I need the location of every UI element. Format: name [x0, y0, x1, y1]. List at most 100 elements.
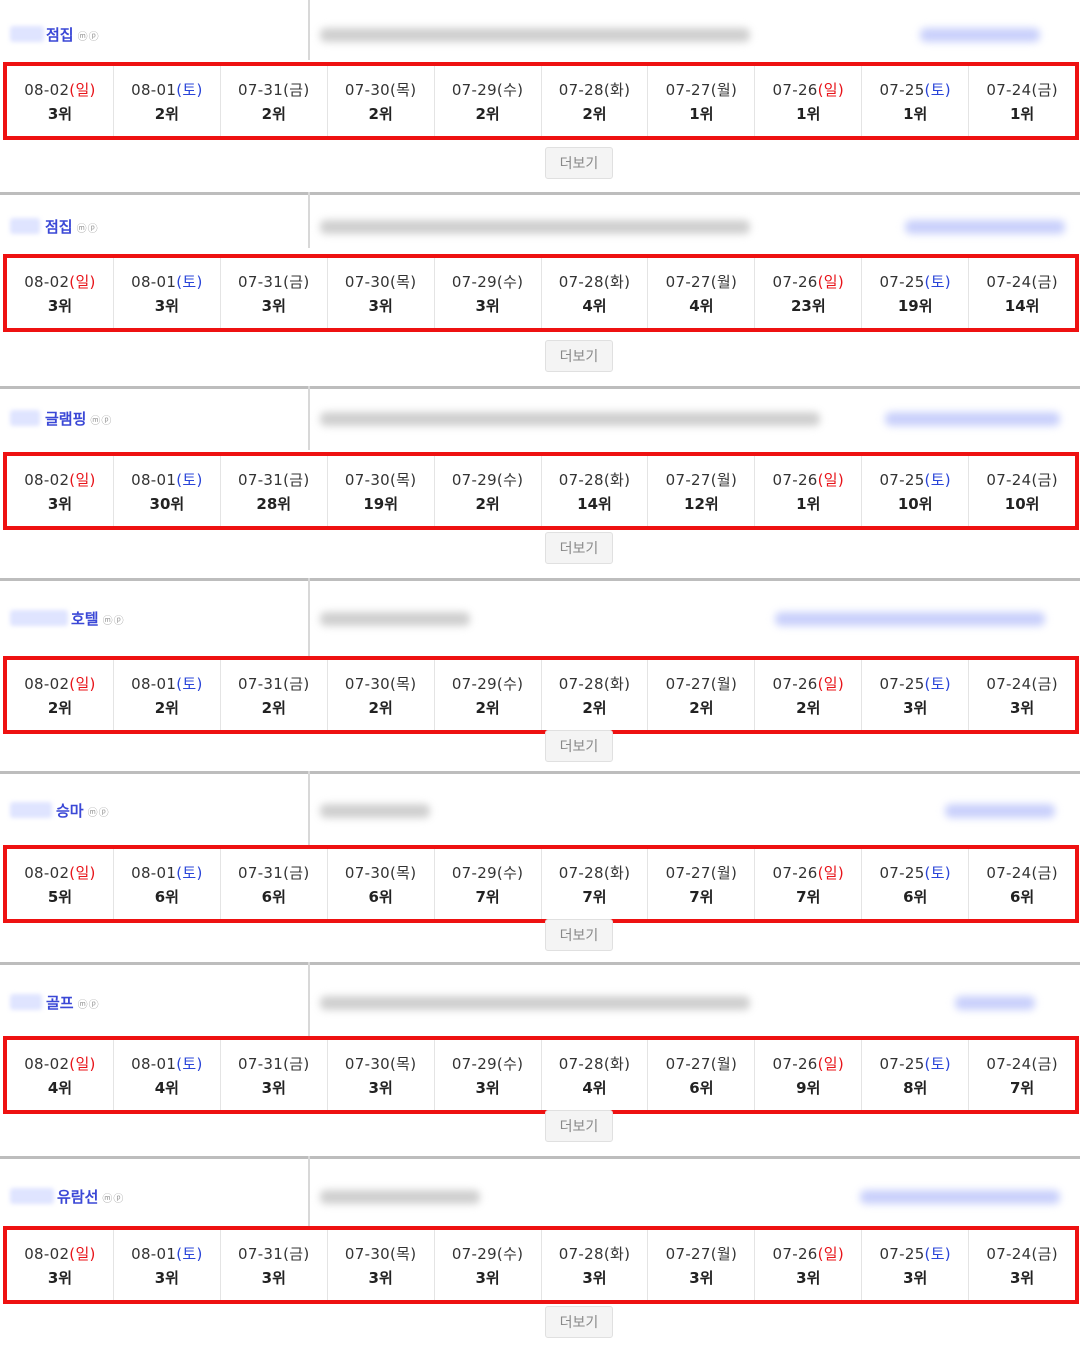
rank-value: 10위 [897, 495, 933, 513]
rank-date: 08-02(일) [24, 1053, 96, 1074]
date-weekday: (토) [924, 273, 951, 291]
keyword-title[interactable]: 점집 ⓜⓟ [45, 216, 99, 237]
date-md: 07-25 [879, 273, 925, 291]
mobile-pc-icon[interactable]: ⓜⓟ [78, 1000, 100, 1011]
rank-date: 07-25(토) [879, 673, 951, 694]
keyword-name: 점집 [46, 26, 74, 44]
rank-date: 07-31(금) [238, 271, 310, 292]
rank-value: 2위 [475, 699, 500, 717]
mobile-pc-icon[interactable]: ⓜⓟ [102, 1194, 124, 1205]
date-weekday: (목) [390, 864, 417, 882]
date-md: 07-24 [986, 1055, 1032, 1073]
keyword-header: 유람선 ⓜⓟ [0, 1156, 1080, 1226]
rank-date: 07-30(목) [345, 271, 417, 292]
rank-date: 08-02(일) [24, 469, 96, 490]
mobile-pc-icon[interactable]: ⓜⓟ [78, 32, 100, 43]
rank-value: 6위 [689, 1079, 714, 1097]
date-weekday: (금) [1031, 1055, 1058, 1073]
keyword-section: 글램핑 ⓜⓟ 08-02(일) 3위 08-01(토) 30위 07-31(금) 28위 07-… [0, 386, 1080, 578]
rank-value: 4위 [47, 1079, 73, 1097]
rank-cell: 07-28(화) 4위 [542, 1040, 649, 1110]
rank-history-row: 08-02(일) 3위 08-01(토) 3위 07-31(금) 3위 07-30(목) 3위… [3, 254, 1079, 332]
rank-cell: 07-29(수) 2위 [435, 456, 542, 526]
blurred-keyword-prefix [10, 410, 40, 426]
date-md: 08-01 [131, 1245, 177, 1263]
rank-value: 2위 [261, 105, 286, 123]
rank-value: 6위 [1009, 888, 1035, 906]
date-weekday: (수) [496, 1055, 524, 1073]
rank-value: 2위 [475, 495, 500, 513]
rank-cell: 07-28(화) 2위 [542, 660, 649, 730]
date-weekday: (화) [603, 864, 631, 882]
rank-cell: 08-02(일) 3위 [7, 456, 114, 526]
rank-date: 07-24(금) [986, 1053, 1058, 1074]
rank-cell: 07-30(목) 2위 [328, 660, 435, 730]
rank-date: 07-25(토) [879, 79, 951, 100]
rank-date: 07-27(월) [666, 271, 738, 292]
date-md: 07-25 [879, 864, 925, 882]
rank-date: 07-29(수) [452, 79, 524, 100]
more-button[interactable]: 더보기 [545, 730, 613, 762]
date-md: 07-30 [344, 81, 391, 99]
blurred-url [320, 1190, 480, 1204]
date-weekday: (수) [496, 864, 524, 882]
keyword-title[interactable]: 유람선 ⓜⓟ [57, 1186, 124, 1207]
date-weekday: (화) [603, 81, 631, 99]
rank-date: 08-02(일) [24, 862, 96, 883]
mobile-pc-icon[interactable]: ⓜⓟ [103, 616, 125, 627]
rank-value: 7위 [689, 888, 714, 906]
date-weekday: (금) [283, 1055, 310, 1073]
header-divider [308, 962, 310, 1036]
rank-date: 08-01(토) [131, 1243, 203, 1264]
date-md: 07-29 [451, 864, 497, 882]
more-button[interactable]: 더보기 [545, 919, 613, 951]
blurred-keyword-prefix [10, 26, 44, 42]
more-button[interactable]: 더보기 [545, 340, 613, 372]
date-md: 07-31 [238, 81, 284, 99]
date-md: 07-26 [772, 1245, 818, 1263]
date-weekday: (금) [1031, 471, 1058, 489]
date-weekday: (토) [924, 1245, 951, 1263]
rank-cell: 07-24(금) 14위 [969, 258, 1075, 328]
date-weekday: (금) [1031, 81, 1058, 99]
rank-value: 3위 [903, 699, 928, 717]
rank-cell: 07-25(토) 8위 [862, 1040, 970, 1110]
rank-cell: 07-26(일) 9위 [755, 1040, 863, 1110]
mobile-pc-icon[interactable]: ⓜⓟ [77, 224, 99, 235]
rank-date: 07-26(일) [773, 79, 845, 100]
rank-date: 07-25(토) [879, 271, 951, 292]
rank-value: 9위 [796, 1079, 821, 1097]
more-button[interactable]: 더보기 [545, 1306, 613, 1338]
rank-cell: 07-26(일) 2위 [755, 660, 863, 730]
rank-value: 3위 [261, 297, 286, 315]
mobile-pc-icon[interactable]: ⓜⓟ [88, 808, 110, 819]
keyword-title[interactable]: 호텔 ⓜⓟ [71, 608, 125, 629]
date-md: 07-24 [986, 864, 1032, 882]
more-button[interactable]: 더보기 [545, 147, 613, 179]
rank-date: 07-25(토) [879, 1053, 951, 1074]
date-md: 07-24 [986, 471, 1032, 489]
more-button[interactable]: 더보기 [545, 1110, 613, 1142]
keyword-header: 승마 ⓜⓟ [0, 771, 1080, 845]
rank-date: 07-26(일) [773, 469, 845, 490]
rank-cell: 07-28(화) 14위 [542, 456, 649, 526]
date-weekday: (금) [283, 1245, 310, 1263]
keyword-title[interactable]: 글램핑 ⓜⓟ [45, 408, 112, 429]
blurred-site-name [905, 220, 1065, 234]
rank-cell: 07-30(목) 19위 [328, 456, 435, 526]
more-button[interactable]: 더보기 [545, 532, 613, 564]
rank-date: 08-01(토) [131, 79, 203, 100]
date-weekday: (화) [603, 273, 631, 291]
keyword-title[interactable]: 승마 ⓜⓟ [56, 800, 110, 821]
rank-value: 8위 [903, 1079, 928, 1097]
rank-value: 3위 [261, 1079, 286, 1097]
date-weekday: (토) [924, 471, 951, 489]
keyword-title[interactable]: 점집 ⓜⓟ [46, 24, 100, 45]
mobile-pc-icon[interactable]: ⓜⓟ [90, 416, 112, 427]
keyword-title[interactable]: 골프 ⓜⓟ [46, 992, 100, 1013]
rank-cell: 07-26(일) 7위 [755, 849, 863, 919]
rank-value: 7위 [475, 888, 500, 906]
rank-date: 08-01(토) [131, 271, 203, 292]
date-weekday: (일) [817, 471, 845, 489]
rank-value: 1위 [689, 105, 714, 123]
